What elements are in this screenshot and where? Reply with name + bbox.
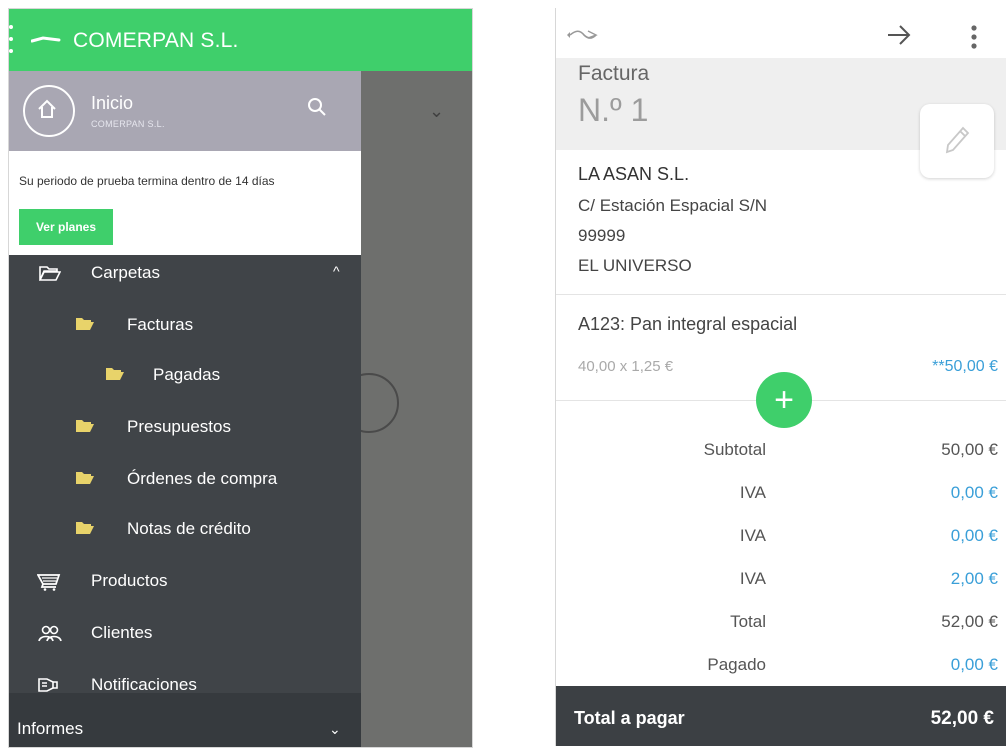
home-icon[interactable] <box>23 85 75 137</box>
totals-label: Pagado <box>707 655 766 674</box>
back-icon[interactable] <box>566 26 600 42</box>
client-city: EL UNIVERSO <box>578 256 692 275</box>
sidebar-item-label: Informes <box>17 719 84 738</box>
sidebar-item-facturas[interactable]: Facturas <box>75 315 335 339</box>
people-icon <box>38 625 62 642</box>
sidebar-item-notas-de-credito[interactable]: Notas de crédito <box>75 519 345 543</box>
cart-icon <box>37 574 61 591</box>
folder-icon <box>76 420 94 432</box>
drawer-title: Inicio <box>91 93 134 113</box>
sidebar-item-clientes[interactable]: Clientes <box>37 623 337 647</box>
sidebar-item-label: Notificaciones <box>91 675 197 694</box>
line-item-description: A123: Pan integral espacial <box>578 314 798 334</box>
folder-open-icon <box>39 266 61 281</box>
search-icon[interactable] <box>307 97 327 117</box>
add-line-button[interactable]: + <box>756 372 812 428</box>
trial-banner: Su periodo de prueba termina dentro de 1… <box>9 151 361 255</box>
more-vert-icon[interactable] <box>970 24 978 50</box>
totals-value: 2,00 € <box>950 569 998 588</box>
line-item-amount: **50,00 € <box>932 358 998 375</box>
document-number: N.º 1 <box>578 92 649 128</box>
document-type: Factura <box>578 62 650 85</box>
edit-button[interactable] <box>920 104 994 178</box>
sidebar-item-carpetas[interactable]: Carpetas ^ <box>39 263 340 287</box>
sidebar-item-label: Presupuestos <box>127 417 231 436</box>
totals-value: 0,00 € <box>950 655 998 674</box>
totals-value: 0,00 € <box>950 483 998 502</box>
totals-value: 50,00 € <box>941 440 998 459</box>
chevron-up-icon: ^ <box>333 263 340 279</box>
total-to-pay-value: 52,00 € <box>930 708 994 729</box>
sidebar-item-label: Productos <box>91 571 168 590</box>
company-title: COMERPAN S.L. <box>73 29 239 52</box>
folder-icon <box>76 522 94 534</box>
totals-label: IVA <box>739 569 766 588</box>
view-plans-button[interactable]: Ver planes <box>19 209 113 245</box>
folder-icon <box>76 318 94 330</box>
brand-logo-icon <box>31 36 61 43</box>
arrow-right-icon[interactable] <box>886 22 912 48</box>
total-to-pay-bar: Total a pagar 52,00 € <box>556 686 1006 746</box>
sidebar-item-informes[interactable]: Informes ⌄ <box>9 693 361 747</box>
divider <box>556 294 1006 295</box>
totals-label: Total <box>730 612 766 631</box>
notification-icon <box>38 678 58 692</box>
client-postal-code: 99999 <box>578 226 626 245</box>
left-screen: COMERPAN S.L. ⌄ Inicio COMERPAN S.L. Su … <box>8 8 473 748</box>
sidebar-item-ordenes-de-compra[interactable]: Órdenes de compra <box>75 469 345 493</box>
folder-icon <box>76 472 94 484</box>
drawer-header[interactable]: Inicio COMERPAN S.L. <box>9 71 361 151</box>
sidebar-item-presupuestos[interactable]: Presupuestos <box>75 417 335 441</box>
client-address: C/ Estación Espacial S/N <box>578 196 767 215</box>
totals-label: IVA <box>739 483 766 502</box>
client-name: LA ASAN S.L. <box>578 164 690 184</box>
line-item-quantity-price: 40,00 x 1,25 € <box>578 358 674 375</box>
totals-value: 0,00 € <box>950 526 998 545</box>
right-screen: Factura N.º 1 LA ASAN S.L. C/ Estación E… <box>555 8 1006 746</box>
sidebar-item-label: Pagadas <box>153 365 221 384</box>
sidebar-item-label: Clientes <box>91 623 153 642</box>
totals-label: IVA <box>739 526 766 545</box>
app-topbar: COMERPAN S.L. <box>9 9 472 71</box>
sidebar-item-pagadas[interactable]: Pagadas <box>105 365 335 389</box>
chevron-down-icon: ⌄ <box>329 721 341 737</box>
folder-icon <box>106 368 124 380</box>
trial-message: Su periodo de prueba termina dentro de 1… <box>19 174 275 188</box>
totals-label: Subtotal <box>703 440 766 459</box>
sidebar-item-productos[interactable]: Productos <box>37 571 337 595</box>
navigation-drawer: Inicio COMERPAN S.L. Su periodo de prueb… <box>9 71 361 747</box>
menu-icon[interactable] <box>9 25 13 53</box>
drawer-subtitle: COMERPAN S.L. <box>91 119 165 129</box>
sidebar-item-label: Órdenes de compra <box>127 469 278 488</box>
total-to-pay-label: Total a pagar <box>574 708 685 728</box>
sidebar-item-label: Carpetas <box>91 263 160 282</box>
totals-value: 52,00 € <box>941 612 998 631</box>
pencil-icon <box>945 126 970 154</box>
sidebar-item-label: Facturas <box>127 315 194 334</box>
chevron-down-icon: ⌄ <box>429 101 445 121</box>
sidebar-item-label: Notas de crédito <box>127 519 251 538</box>
